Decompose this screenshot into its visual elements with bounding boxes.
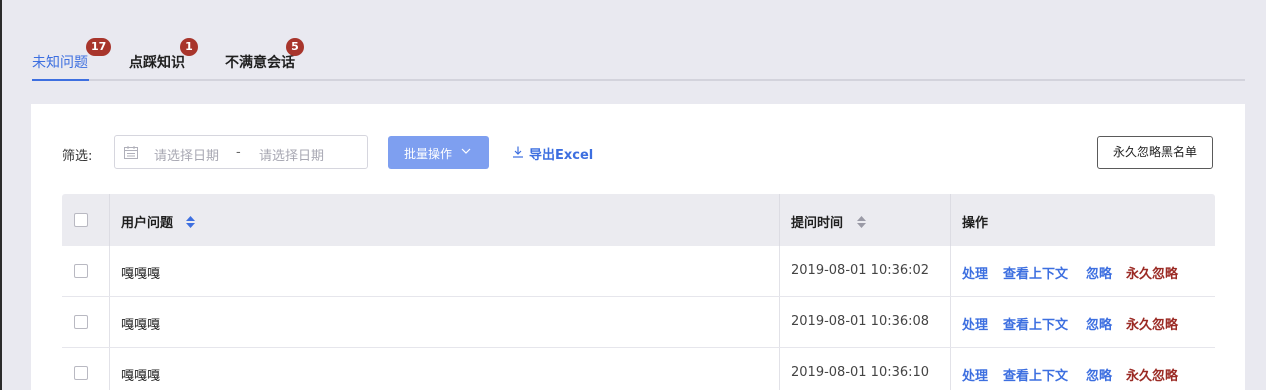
question-cell: 嘎嘎嘎 — [109, 246, 779, 296]
time-text: 2019-08-01 10:36:02 — [791, 263, 930, 278]
time-text: 2019-08-01 10:36:10 — [791, 365, 930, 380]
batch-actions-button[interactable]: 批量操作 — [388, 136, 489, 169]
table-row: 嘎嘎嘎 2019-08-01 10:36:08 处理 查看上下文 忽略 永久忽略 — [62, 297, 1215, 348]
actions-cell: 处理 查看上下文 忽略 永久忽略 — [950, 297, 1215, 347]
view-context-link[interactable]: 查看上下文 — [1003, 263, 1068, 282]
permanent-ignore-blacklist-button[interactable]: 永久忽略黑名单 — [1097, 136, 1213, 169]
process-link[interactable]: 处理 — [962, 314, 988, 333]
tab-label: 未知问题 — [32, 55, 88, 71]
header-time-label: 提问时间 — [791, 216, 844, 231]
row-checkbox[interactable] — [74, 315, 88, 329]
chevron-down-icon — [461, 148, 471, 154]
start-date-input[interactable]: 请选择日期 — [154, 145, 219, 164]
row-checkbox[interactable] — [74, 366, 88, 380]
select-all-checkbox[interactable] — [74, 213, 88, 227]
count-badge: 5 — [286, 38, 304, 56]
tab-disliked-knowledge[interactable]: 点踩知识 1 — [129, 38, 198, 79]
calendar-icon — [124, 146, 138, 159]
ignore-link[interactable]: 忽略 — [1086, 263, 1112, 282]
question-text: 嘎嘎嘎 — [121, 318, 161, 333]
header-question[interactable]: 用户问题 — [109, 194, 779, 246]
count-badge: 1 — [180, 38, 198, 56]
table-row: 嘎嘎嘎 2019-08-01 10:36:02 处理 查看上下文 忽略 永久忽略 — [62, 246, 1215, 297]
view-context-link[interactable]: 查看上下文 — [1003, 365, 1068, 384]
date-range-picker[interactable]: 请选择日期 - 请选择日期 — [114, 135, 368, 169]
header-question-label: 用户问题 — [121, 216, 174, 231]
tab-label: 点踩知识 — [129, 55, 185, 71]
ignore-link[interactable]: 忽略 — [1086, 365, 1112, 384]
sort-icon[interactable] — [857, 216, 866, 228]
batch-actions-label: 批量操作 — [404, 147, 453, 161]
tab-unknown-questions[interactable]: 未知问题 17 — [32, 38, 112, 81]
export-excel-label: 导出Excel — [529, 148, 594, 163]
actions-cell: 处理 查看上下文 忽略 永久忽略 — [950, 246, 1215, 296]
permanent-ignore-link[interactable]: 永久忽略 — [1126, 314, 1178, 333]
header-actions-label: 操作 — [962, 216, 989, 231]
time-cell: 2019-08-01 10:36:10 — [779, 348, 950, 390]
download-icon — [513, 146, 523, 158]
table-header: 用户问题 提问时间 操作 — [62, 194, 1215, 246]
question-cell: 嘎嘎嘎 — [109, 348, 779, 390]
time-text: 2019-08-01 10:36:08 — [791, 314, 930, 329]
table-row: 嘎嘎嘎 2019-08-01 10:36:10 处理 查看上下文 忽略 永久忽略 — [62, 348, 1215, 390]
filter-label: 筛选: — [62, 149, 93, 164]
window-edge — [0, 0, 2, 390]
tab-unsatisfied-sessions[interactable]: 不满意会话 5 — [225, 38, 304, 79]
question-text: 嘎嘎嘎 — [121, 267, 161, 282]
permanent-ignore-link[interactable]: 永久忽略 — [1126, 263, 1178, 282]
header-time[interactable]: 提问时间 — [779, 194, 950, 246]
count-badge: 17 — [86, 38, 112, 56]
sort-icon[interactable] — [186, 216, 195, 228]
content-card: 筛选: 请选择日期 - 请选择日期 批量操作 导出Excel 永久忽略黑名单 用… — [31, 104, 1245, 390]
time-cell: 2019-08-01 10:36:02 — [779, 246, 950, 296]
question-cell: 嘎嘎嘎 — [109, 297, 779, 347]
permanent-ignore-link[interactable]: 永久忽略 — [1126, 365, 1178, 384]
tab-label: 不满意会话 — [225, 55, 295, 71]
ignore-link[interactable]: 忽略 — [1086, 314, 1112, 333]
process-link[interactable]: 处理 — [962, 365, 988, 384]
header-actions: 操作 — [950, 194, 1215, 246]
tab-bar: 未知问题 17 点踩知识 1 不满意会话 5 — [32, 38, 1245, 81]
question-text: 嘎嘎嘎 — [121, 369, 161, 384]
time-cell: 2019-08-01 10:36:08 — [779, 297, 950, 347]
process-link[interactable]: 处理 — [962, 263, 988, 282]
end-date-input[interactable]: 请选择日期 — [259, 145, 324, 164]
date-separator: - — [236, 145, 241, 160]
actions-cell: 处理 查看上下文 忽略 永久忽略 — [950, 348, 1215, 390]
row-checkbox[interactable] — [74, 264, 88, 278]
view-context-link[interactable]: 查看上下文 — [1003, 314, 1068, 333]
